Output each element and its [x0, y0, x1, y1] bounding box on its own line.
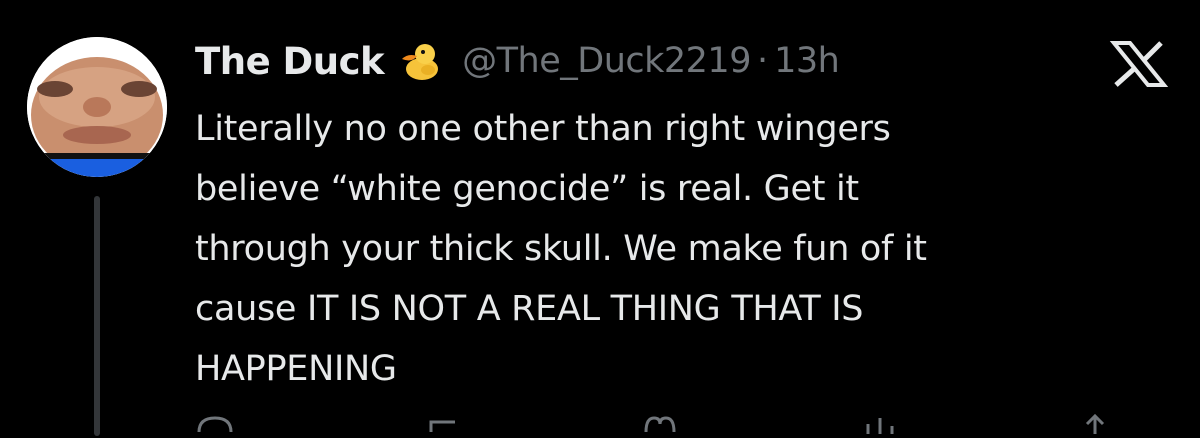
duck-emoji-icon [398, 39, 442, 83]
tweet-actions [195, 413, 1155, 434]
display-name[interactable]: The Duck [195, 40, 385, 83]
share-icon[interactable] [1075, 413, 1115, 434]
timestamp[interactable]: 13h [774, 41, 840, 81]
tweet-card[interactable]: The Duck @The_Duck2219 · 13h Literally n… [0, 0, 1200, 436]
avatar[interactable] [27, 37, 167, 177]
reply-icon[interactable] [195, 414, 235, 434]
like-icon[interactable] [640, 414, 680, 434]
x-logo-icon[interactable] [1108, 40, 1170, 88]
separator-dot: · [756, 41, 769, 81]
user-handle[interactable]: @The_Duck2219 [462, 41, 751, 81]
retweet-icon[interactable] [425, 414, 465, 434]
views-icon[interactable] [860, 414, 900, 434]
tweet-header: The Duck @The_Duck2219 · 13h [195, 34, 840, 88]
tweet-text: Literally no one other than right winger… [195, 109, 927, 389]
thread-line [94, 196, 100, 436]
